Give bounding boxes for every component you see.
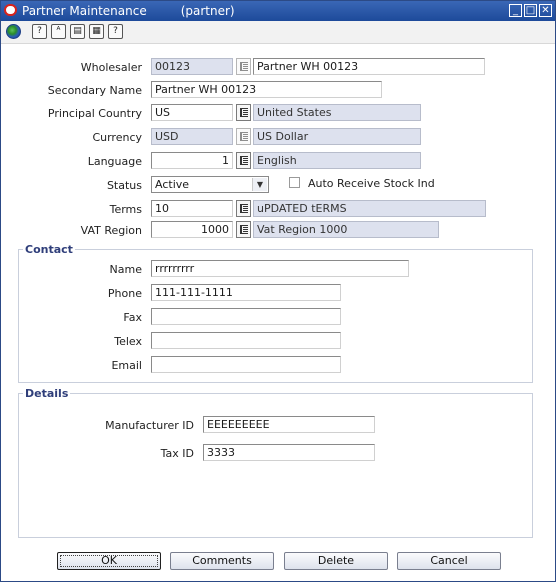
- language-name-field: English: [253, 152, 421, 169]
- email-label: Email: [111, 359, 142, 372]
- wholesaler-id-field[interactable]: 00123: [151, 58, 233, 75]
- tax-id-label: Tax ID: [160, 447, 194, 460]
- close-button[interactable]: ✕: [539, 4, 552, 17]
- manufacturer-id-label: Manufacturer ID: [105, 419, 194, 432]
- print-icon[interactable]: ▦: [89, 24, 104, 39]
- secondary-name-field[interactable]: Partner WH 00123: [151, 81, 382, 98]
- wholesaler-label: Wholesaler: [80, 61, 142, 74]
- minimize-button[interactable]: _: [509, 4, 522, 17]
- phone-field[interactable]: 111-111-1111: [151, 284, 341, 301]
- window-title: Partner Maintenance (partner): [22, 4, 235, 18]
- delete-button[interactable]: Delete: [284, 552, 388, 570]
- contact-group-title: Contact: [23, 243, 75, 256]
- chevron-down-icon[interactable]: ▼: [252, 178, 267, 191]
- currency-label: Currency: [92, 131, 142, 144]
- oracle-app-icon: [4, 4, 17, 16]
- globe-icon[interactable]: [6, 24, 21, 39]
- details-group-title: Details: [23, 387, 71, 400]
- currency-code-field[interactable]: USD: [151, 128, 233, 145]
- principal-country-code-field[interactable]: US: [151, 104, 233, 121]
- vat-region-code-field[interactable]: 1000: [151, 221, 233, 238]
- vat-region-lov-icon[interactable]: [236, 221, 251, 238]
- contact-name-label: Name: [109, 263, 142, 276]
- status-label: Status: [106, 179, 142, 192]
- email-field[interactable]: [151, 356, 341, 373]
- wholesaler-name-field[interactable]: Partner WH 00123: [253, 58, 485, 75]
- maximize-button[interactable]: □: [524, 4, 537, 17]
- principal-country-name-field: United States: [253, 104, 421, 121]
- vat-region-name-field: Vat Region 1000: [253, 221, 439, 238]
- terms-lov-icon[interactable]: [236, 200, 251, 217]
- secondary-name-label: Secondary Name: [47, 84, 142, 97]
- question-icon[interactable]: ?: [108, 24, 123, 39]
- telex-field[interactable]: [151, 332, 341, 349]
- language-lov-icon[interactable]: [236, 152, 251, 169]
- wholesaler-lov-icon[interactable]: [236, 58, 251, 75]
- fax-field[interactable]: [151, 308, 341, 325]
- telex-label: Telex: [114, 335, 142, 348]
- principal-country-lov-icon[interactable]: [236, 104, 251, 121]
- contact-name-field[interactable]: rrrrrrrrr: [151, 260, 409, 277]
- partner-maintenance-window: Partner Maintenance (partner) _ □ ✕ ? ᴬ ▤…: [0, 0, 556, 582]
- window-subtitle: (partner): [180, 4, 235, 18]
- terms-code-field[interactable]: 10: [151, 200, 233, 217]
- vat-region-label: VAT Region: [80, 224, 142, 237]
- title-bar[interactable]: Partner Maintenance (partner) _ □ ✕: [1, 1, 555, 21]
- spellcheck-icon[interactable]: ᴬ: [51, 24, 66, 39]
- language-label: Language: [87, 155, 142, 168]
- manufacturer-id-field[interactable]: EEEEEEEEE: [203, 416, 375, 433]
- currency-lov-icon[interactable]: [236, 128, 251, 145]
- auto-receive-checkbox[interactable]: [289, 177, 300, 188]
- status-select[interactable]: Active ▼: [151, 176, 269, 193]
- toolbar: ? ᴬ ▤ ▦ ?: [1, 21, 555, 44]
- terms-name-field: uPDATED tERMS: [253, 200, 486, 217]
- comments-button[interactable]: Comments: [170, 552, 274, 570]
- auto-receive-label: Auto Receive Stock Ind: [308, 177, 435, 190]
- ok-button[interactable]: OK: [57, 552, 161, 570]
- notes-icon[interactable]: ▤: [70, 24, 85, 39]
- cancel-button[interactable]: Cancel: [397, 552, 501, 570]
- currency-name-field: US Dollar: [253, 128, 421, 145]
- details-group: [18, 393, 533, 538]
- window-title-text: Partner Maintenance: [22, 4, 147, 18]
- phone-label: Phone: [107, 287, 142, 300]
- terms-label: Terms: [109, 203, 142, 216]
- fax-label: Fax: [123, 311, 142, 324]
- help-icon[interactable]: ?: [32, 24, 47, 39]
- language-code-field[interactable]: 1: [151, 152, 233, 169]
- status-select-value: Active: [155, 178, 190, 191]
- principal-country-label: Principal Country: [47, 107, 142, 120]
- tax-id-field[interactable]: 3333: [203, 444, 375, 461]
